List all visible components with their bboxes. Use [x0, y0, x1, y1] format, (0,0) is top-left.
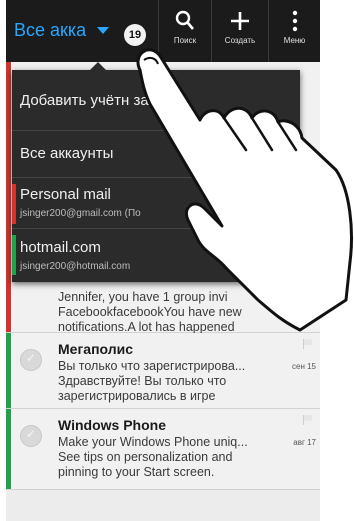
- flag-icon[interactable]: [303, 415, 314, 425]
- all-accounts-item[interactable]: Все аккаунты: [12, 131, 300, 177]
- message-subject: Вы только что зарегистрирова...: [58, 359, 246, 373]
- account-name: Personal mail: [20, 186, 111, 203]
- message-preview-line: notifications.A lot has happened: [58, 320, 235, 334]
- message-sender: Windows Phone: [58, 417, 166, 433]
- add-account-label: Добавить учётн запись: [20, 92, 181, 109]
- add-account-item[interactable]: Добавить учётн запись: [12, 70, 300, 130]
- message-preview-line: See tips on personalization and: [58, 450, 233, 464]
- select-checkbox-icon[interactable]: [20, 349, 42, 371]
- message-sender: Мегаполис: [58, 341, 134, 357]
- account-color-bar: [6, 409, 11, 489]
- message-preview-line: зарегистрировались в игре: [58, 389, 216, 403]
- list-item[interactable]: Windows Phone Make your Windows Phone un…: [6, 409, 320, 490]
- message-subject: Make your Windows Phone uniq...: [58, 435, 248, 449]
- account-item-personal-mail[interactable]: Personal mail jsinger200@gmail.com (По: [12, 178, 300, 228]
- account-color-bar: [6, 62, 11, 332]
- menu-button[interactable]: Меню: [269, 0, 320, 62]
- account-color-bar: [6, 333, 11, 408]
- unread-count-badge: 19: [124, 24, 146, 46]
- dropdown-pointer: [90, 62, 106, 70]
- phone-screen: Все акка 19 Поиск Создать Меню Jennifer,…: [6, 0, 320, 521]
- plus-icon: [212, 10, 268, 32]
- account-name: hotmail.com: [20, 239, 101, 256]
- account-dropdown: Добавить учётн запись Все аккаунты Perso…: [12, 62, 300, 282]
- account-color-bar: [12, 235, 16, 275]
- message-preview-line: pinning to your Start screen.: [58, 465, 215, 479]
- message-date: авг 17: [293, 438, 316, 447]
- select-checkbox-icon[interactable]: [20, 425, 42, 447]
- all-accounts-label: Все аккаунты: [20, 145, 114, 162]
- overflow-menu-icon: [269, 10, 320, 32]
- message-preview-line: Jennifer, you have 1 group invi: [58, 290, 228, 304]
- action-bar: Все акка 19 Поиск Создать Меню: [6, 0, 320, 62]
- flag-icon[interactable]: [303, 339, 314, 349]
- account-email: jsinger200@hotmail.com: [20, 261, 131, 272]
- search-label: Поиск: [173, 36, 197, 45]
- search-button[interactable]: Поиск: [159, 0, 211, 62]
- menu-label: Меню: [283, 36, 306, 45]
- compose-label: Создать: [224, 36, 256, 45]
- message-date: сен 15: [292, 362, 316, 371]
- list-item[interactable]: Мегаполис Вы только что зарегистрирова..…: [6, 333, 320, 409]
- account-selector[interactable]: Все акка: [14, 20, 96, 41]
- account-color-bar: [12, 184, 16, 224]
- compose-button[interactable]: Создать: [212, 0, 268, 62]
- message-preview-line: Здравствуйте! Вы только что: [58, 374, 227, 388]
- message-preview-line: FacebookfacebookYou have new: [58, 305, 242, 319]
- account-email: jsinger200@gmail.com (По: [20, 208, 141, 219]
- dropdown-caret-icon[interactable]: [97, 27, 109, 34]
- account-item-hotmail[interactable]: hotmail.com jsinger200@hotmail.com: [12, 229, 300, 281]
- search-icon: [159, 10, 211, 32]
